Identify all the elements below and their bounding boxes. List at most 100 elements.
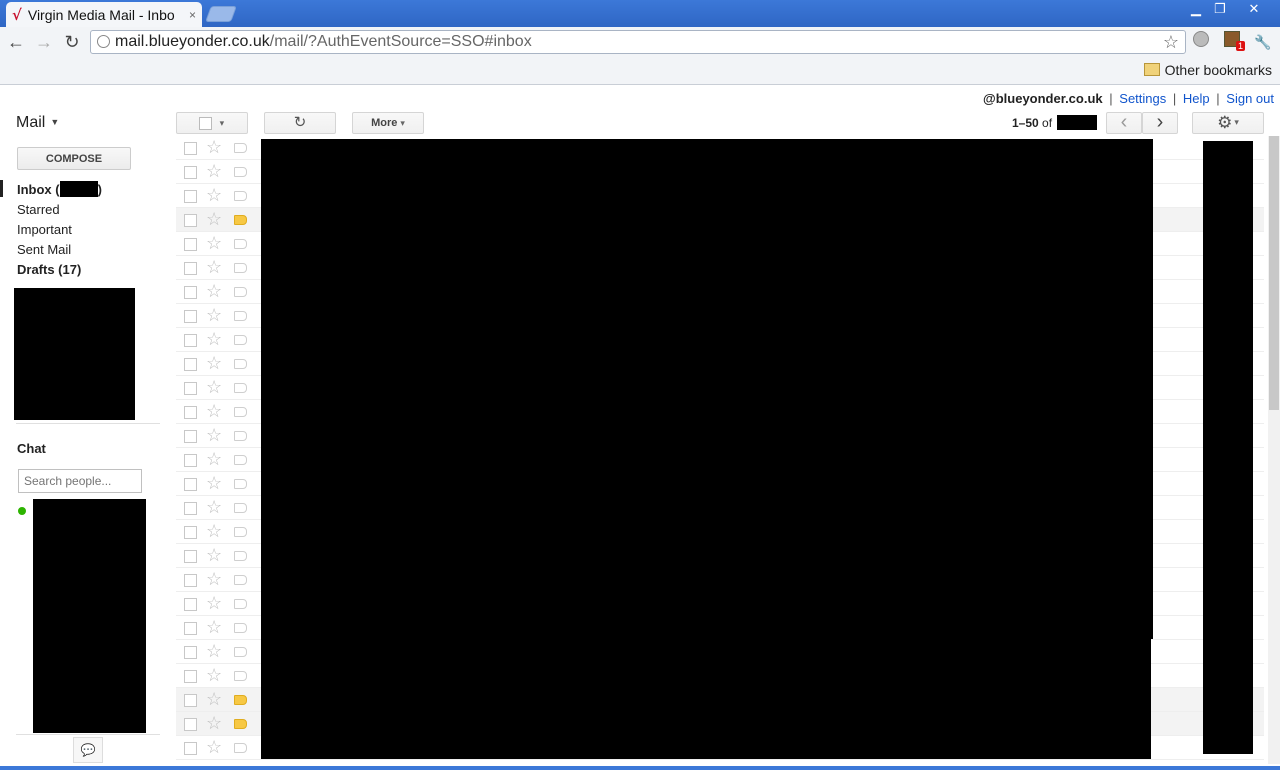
help-link[interactable]: Help <box>1183 91 1210 106</box>
star-icon[interactable]: ☆ <box>206 377 222 397</box>
nav-item-sent[interactable]: Sent Mail <box>17 242 71 257</box>
star-icon[interactable]: ☆ <box>206 521 222 541</box>
row-checkbox[interactable] <box>184 694 197 707</box>
star-icon[interactable]: ☆ <box>206 425 222 445</box>
settings-gear-button[interactable]: ⚙ ▾ <box>1192 112 1264 134</box>
importance-marker-icon[interactable] <box>234 143 247 153</box>
importance-marker-icon[interactable] <box>234 743 247 753</box>
importance-marker-icon[interactable] <box>234 407 247 417</box>
back-button[interactable]: ← <box>4 30 28 54</box>
star-icon[interactable]: ☆ <box>206 281 222 301</box>
row-checkbox[interactable] <box>184 718 197 731</box>
row-checkbox[interactable] <box>184 286 197 299</box>
chat-bubble-icon[interactable]: 💬 <box>73 737 103 763</box>
row-checkbox[interactable] <box>184 550 197 563</box>
star-icon[interactable]: ☆ <box>206 473 222 493</box>
star-icon[interactable]: ☆ <box>206 593 222 613</box>
star-icon[interactable]: ☆ <box>206 497 222 517</box>
importance-marker-icon[interactable] <box>234 311 247 321</box>
row-checkbox[interactable] <box>184 142 197 155</box>
sign-out-link[interactable]: Sign out <box>1226 91 1274 106</box>
importance-marker-icon[interactable] <box>234 359 247 369</box>
importance-marker-icon[interactable] <box>234 503 247 513</box>
importance-marker-icon[interactable] <box>234 527 247 537</box>
refresh-button[interactable]: ↻ <box>264 112 336 134</box>
address-bar[interactable]: mail.blueyonder.co.uk/mail/?AuthEventSou… <box>90 30 1186 54</box>
row-checkbox[interactable] <box>184 478 197 491</box>
star-icon[interactable]: ☆ <box>206 569 222 589</box>
row-checkbox[interactable] <box>184 166 197 179</box>
row-checkbox[interactable] <box>184 526 197 539</box>
row-checkbox[interactable] <box>184 382 197 395</box>
importance-marker-icon[interactable] <box>234 215 247 225</box>
star-icon[interactable]: ☆ <box>206 401 222 421</box>
row-checkbox[interactable] <box>184 622 197 635</box>
importance-marker-icon[interactable] <box>234 719 247 729</box>
star-icon[interactable]: ☆ <box>206 713 222 733</box>
mail-switcher[interactable]: Mail ▼ <box>16 114 59 132</box>
settings-link[interactable]: Settings <box>1119 91 1166 106</box>
row-checkbox[interactable] <box>184 190 197 203</box>
nav-item-inbox[interactable]: Inbox () <box>17 181 102 197</box>
select-dropdown-button[interactable]: ▾ <box>176 112 248 134</box>
extension-icon[interactable] <box>1190 31 1212 53</box>
importance-marker-icon[interactable] <box>234 479 247 489</box>
extension-badge-icon[interactable]: 1 <box>1221 31 1245 53</box>
star-icon[interactable]: ☆ <box>206 185 222 205</box>
importance-marker-icon[interactable] <box>234 287 247 297</box>
importance-marker-icon[interactable] <box>234 647 247 657</box>
star-icon[interactable]: ☆ <box>206 737 222 757</box>
importance-marker-icon[interactable] <box>234 263 247 273</box>
importance-marker-icon[interactable] <box>234 575 247 585</box>
star-icon[interactable]: ☆ <box>206 665 222 685</box>
importance-marker-icon[interactable] <box>234 455 247 465</box>
star-icon[interactable]: ☆ <box>206 305 222 325</box>
star-icon[interactable]: ☆ <box>206 641 222 661</box>
importance-marker-icon[interactable] <box>234 335 247 345</box>
row-checkbox[interactable] <box>184 262 197 275</box>
row-checkbox[interactable] <box>184 238 197 251</box>
importance-marker-icon[interactable] <box>234 551 247 561</box>
row-checkbox[interactable] <box>184 358 197 371</box>
nav-item-drafts[interactable]: Drafts (17) <box>17 262 81 277</box>
star-icon[interactable]: ☆ <box>206 689 222 709</box>
newer-button[interactable]: ‹ <box>1106 112 1142 134</box>
row-checkbox[interactable] <box>184 310 197 323</box>
row-checkbox[interactable] <box>184 502 197 515</box>
row-checkbox[interactable] <box>184 598 197 611</box>
importance-marker-icon[interactable] <box>234 431 247 441</box>
bookmark-star-icon[interactable]: ☆ <box>1163 32 1179 53</box>
wrench-icon[interactable]: 🔧 <box>1252 31 1274 53</box>
other-bookmarks[interactable]: Other bookmarks <box>1143 62 1272 78</box>
importance-marker-icon[interactable] <box>234 167 247 177</box>
restore-button[interactable]: ❐ <box>1208 1 1232 17</box>
importance-marker-icon[interactable] <box>234 191 247 201</box>
star-icon[interactable]: ☆ <box>206 449 222 469</box>
browser-tab[interactable]: √ Virgin Media Mail - Inbo × <box>6 2 202 27</box>
importance-marker-icon[interactable] <box>234 623 247 633</box>
row-checkbox[interactable] <box>184 574 197 587</box>
row-checkbox[interactable] <box>184 430 197 443</box>
new-tab-button[interactable] <box>205 6 237 22</box>
tab-close-icon[interactable]: × <box>189 8 196 22</box>
row-checkbox[interactable] <box>184 214 197 227</box>
row-checkbox[interactable] <box>184 646 197 659</box>
importance-marker-icon[interactable] <box>234 671 247 681</box>
older-button[interactable]: › <box>1142 112 1178 134</box>
star-icon[interactable]: ☆ <box>206 137 222 157</box>
star-icon[interactable]: ☆ <box>206 617 222 637</box>
scrollbar-thumb[interactable] <box>1269 136 1279 410</box>
search-people-input[interactable] <box>18 469 142 493</box>
row-checkbox[interactable] <box>184 670 197 683</box>
importance-marker-icon[interactable] <box>234 599 247 609</box>
nav-item-starred[interactable]: Starred <box>17 202 60 217</box>
compose-button[interactable]: COMPOSE <box>17 147 131 170</box>
importance-marker-icon[interactable] <box>234 239 247 249</box>
star-icon[interactable]: ☆ <box>206 161 222 181</box>
reload-button[interactable]: ↻ <box>60 30 84 54</box>
forward-button[interactable]: → <box>32 30 56 54</box>
importance-marker-icon[interactable] <box>234 383 247 393</box>
row-checkbox[interactable] <box>184 406 197 419</box>
star-icon[interactable]: ☆ <box>206 353 222 373</box>
star-icon[interactable]: ☆ <box>206 209 222 229</box>
